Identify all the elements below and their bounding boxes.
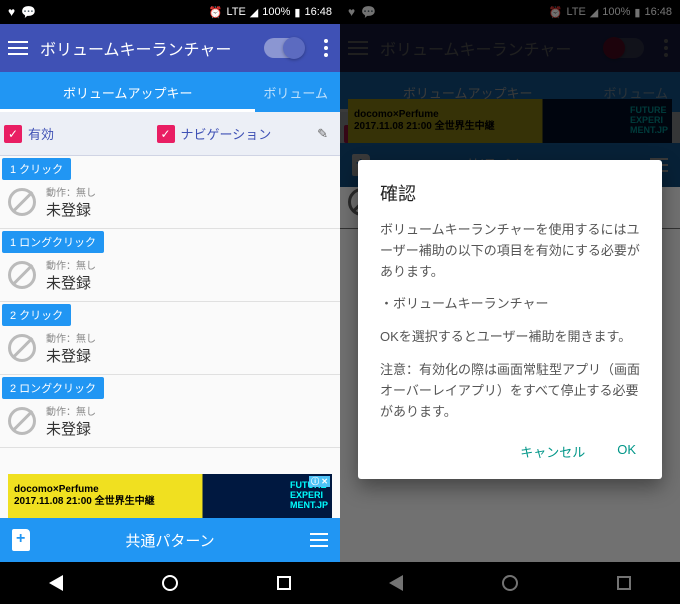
nav-bar xyxy=(0,562,340,604)
home-icon[interactable] xyxy=(162,575,178,591)
heart-icon: ♥ xyxy=(8,5,15,19)
edit-icon[interactable]: ✎ xyxy=(309,126,336,142)
action-main: 未登録 xyxy=(46,199,96,220)
check-enabled-label: 有効 xyxy=(28,124,54,143)
bottom-bar: 共通パターン xyxy=(0,518,340,562)
action-list: 1 クリック 動作：無し 未登録 1 ロングクリック 動作：無し 未登録 2 ク… xyxy=(0,156,340,448)
tabs: ボリュームアップキー ボリューム xyxy=(0,72,340,112)
battery-icon: ▮ xyxy=(294,6,300,19)
ad-close-icon[interactable]: ⓘ ✕ xyxy=(309,476,330,487)
block-icon xyxy=(8,407,36,435)
tab-volume-down[interactable]: ボリューム xyxy=(255,73,340,112)
list-item[interactable]: 動作：無し 未登録 xyxy=(0,253,340,302)
dialog-body: ボリュームキーランチャーを使用するにはユーザー補助の以下の項目を有効にする必要が… xyxy=(380,220,640,422)
ad-banner[interactable]: docomo×Perfume 2017.11.08 21:00 全世界生中継 F… xyxy=(8,474,332,518)
bottom-menu-icon[interactable] xyxy=(310,533,328,547)
time-label: 16:48 xyxy=(304,6,332,18)
block-icon xyxy=(8,188,36,216)
action-main: 未登録 xyxy=(46,345,96,366)
recent-icon[interactable] xyxy=(277,576,291,590)
section-1click: 1 クリック xyxy=(2,158,71,180)
action-sub: 動作：無し xyxy=(46,184,96,199)
dialog-text-1: ボリュームキーランチャーを使用するにはユーザー補助の以下の項目を有効にする必要が… xyxy=(380,220,640,282)
ok-button[interactable]: OK xyxy=(613,434,640,469)
overflow-icon[interactable] xyxy=(316,39,332,57)
menu-icon[interactable] xyxy=(8,41,28,55)
phone-right: ♥ 💬 ⏰ LTE ◢ 100% ▮ 16:48 ボリュームキーランチャー ボリ… xyxy=(340,0,680,604)
chat-icon: 💬 xyxy=(21,5,36,19)
tab-volume-up[interactable]: ボリュームアップキー xyxy=(0,73,255,112)
list-item[interactable]: 動作：無し 未登録 xyxy=(0,399,340,448)
back-icon[interactable] xyxy=(49,575,63,591)
checkbox-icon: ✓ xyxy=(4,125,22,143)
action-main: 未登録 xyxy=(46,272,96,293)
toolbar: ボリュームキーランチャー xyxy=(0,24,340,72)
check-navigation-label: ナビゲーション xyxy=(181,124,272,143)
list-item[interactable]: 動作：無し 未登録 xyxy=(0,326,340,375)
status-bar: ♥ 💬 ⏰ LTE ◢ 100% ▮ 16:48 xyxy=(0,0,340,24)
phone-left: ♥ 💬 ⏰ LTE ◢ 100% ▮ 16:48 ボリュームキーランチャー ボリ… xyxy=(0,0,340,604)
alarm-icon: ⏰ xyxy=(209,6,223,19)
block-icon xyxy=(8,261,36,289)
check-navigation[interactable]: ✓ ナビゲーション xyxy=(157,124,310,143)
battery-label: 100% xyxy=(262,6,290,18)
action-sub: 動作：無し xyxy=(46,403,96,418)
block-icon xyxy=(8,334,36,362)
dialog-actions: キャンセル OK xyxy=(380,434,640,469)
dialog-text-3: OKを選択するとユーザー補助を開きます。 xyxy=(380,327,640,348)
checkbox-icon: ✓ xyxy=(157,125,175,143)
action-sub: 動作：無し xyxy=(46,330,96,345)
cancel-button[interactable]: キャンセル xyxy=(516,434,589,469)
action-main: 未登録 xyxy=(46,418,96,439)
lte-label: LTE xyxy=(226,6,245,18)
ad-side3: MENT.JP xyxy=(290,501,328,511)
add-icon[interactable] xyxy=(12,529,30,551)
ad-line2: 2017.11.08 21:00 全世界生中継 xyxy=(14,496,155,508)
section-2click: 2 クリック xyxy=(2,304,71,326)
section-1long: 1 ロングクリック xyxy=(2,231,104,253)
confirm-dialog: 確認 ボリュームキーランチャーを使用するにはユーザー補助の以下の項目を有効にする… xyxy=(358,160,662,479)
action-sub: 動作：無し xyxy=(46,257,96,272)
options-row: ✓ 有効 ✓ ナビゲーション ✎ xyxy=(0,112,340,156)
ad-line1: docomo×Perfume xyxy=(14,484,155,496)
section-2long: 2 ロングクリック xyxy=(2,377,104,399)
bottom-label[interactable]: 共通パターン xyxy=(125,530,214,551)
dialog-text-2: ・ボリュームキーランチャー xyxy=(380,294,640,315)
dialog-title: 確認 xyxy=(380,180,640,206)
app-title: ボリュームキーランチャー xyxy=(40,36,252,60)
signal-icon: ◢ xyxy=(250,6,258,19)
dialog-text-4: 注意：有効化の際は画面常駐型アプリ（画面オーバーレイアプリ）をすべて停止する必要… xyxy=(380,360,640,422)
check-enabled[interactable]: ✓ 有効 xyxy=(4,124,157,143)
master-switch[interactable] xyxy=(264,38,304,58)
list-item[interactable]: 動作：無し 未登録 xyxy=(0,180,340,229)
